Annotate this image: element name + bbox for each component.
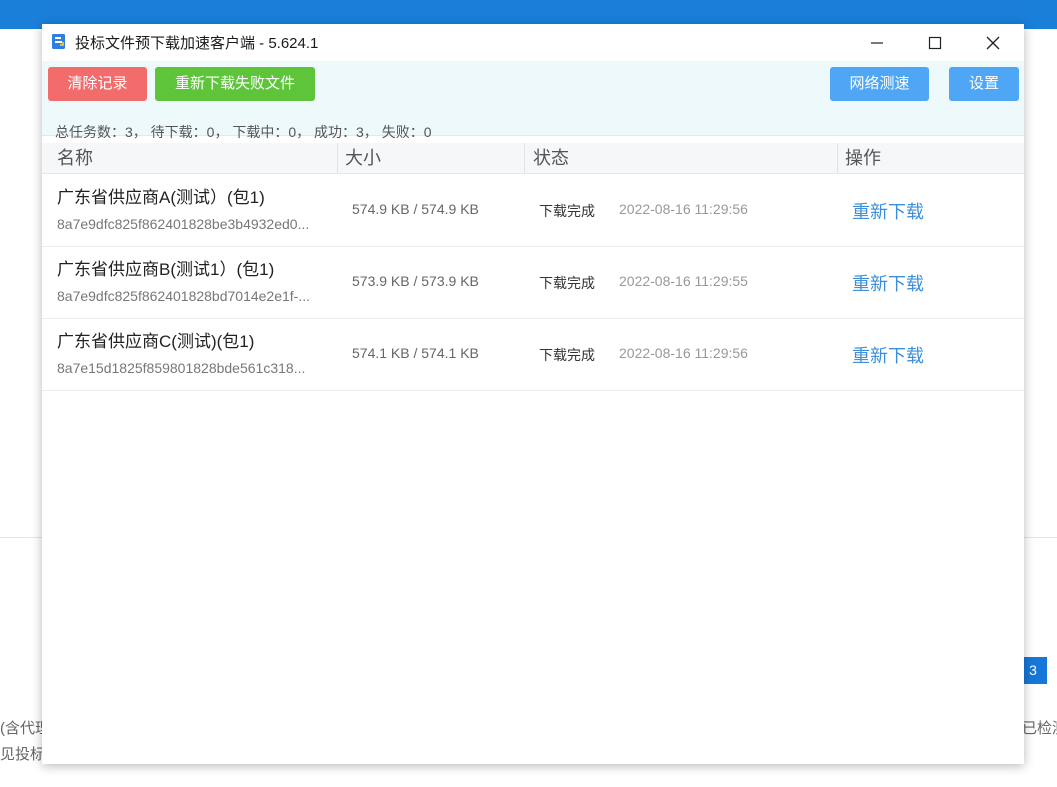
file-size: 574.9 KB / 574.9 KB — [352, 201, 479, 217]
minimize-button[interactable] — [848, 24, 906, 61]
app-logo-icon — [52, 34, 65, 49]
download-time: 2022-08-16 11:29:55 — [619, 273, 748, 289]
file-name-cell: 广东省供应商B(测试1）(包1) 8a7e9dfc825f862401828bd… — [57, 259, 332, 305]
table-row: 广东省供应商B(测试1）(包1) 8a7e9dfc825f862401828bd… — [42, 246, 1024, 319]
clear-records-button[interactable]: 清除记录 — [48, 67, 147, 101]
maximize-button[interactable] — [906, 24, 964, 61]
table-row: 广东省供应商A(测试）(包1) 8a7e9dfc825f862401828be3… — [42, 174, 1024, 247]
redownload-link[interactable]: 重新下载 — [852, 270, 924, 296]
settings-button[interactable]: 设置 — [949, 67, 1019, 101]
file-name: 广东省供应商C(测试)(包1) — [57, 332, 255, 351]
title-bar[interactable]: 投标文件预下载加速客户端 - 5.624.1 — [42, 24, 1024, 61]
download-status: 下载完成 — [539, 275, 595, 291]
file-size: 573.9 KB / 573.9 KB — [352, 273, 479, 289]
file-size: 574.1 KB / 574.1 KB — [352, 345, 479, 361]
file-name-cell: 广东省供应商C(测试)(包1) 8a7e15d1825f859801828bde… — [57, 331, 332, 377]
file-name-cell: 广东省供应商A(测试）(包1) 8a7e9dfc825f862401828be3… — [57, 187, 332, 233]
table-row: 广东省供应商C(测试)(包1) 8a7e15d1825f859801828bde… — [42, 318, 1024, 391]
task-stats: 总任务数：3， 待下载：0， 下载中：0， 成功：3， 失败：0 — [55, 124, 432, 140]
redownload-failed-button[interactable]: 重新下载失败文件 — [155, 67, 315, 101]
background-text-right: 已检测 — [1022, 720, 1057, 737]
column-divider[interactable] — [837, 143, 838, 173]
download-time: 2022-08-16 11:29:56 — [619, 201, 748, 217]
minimize-icon — [871, 41, 883, 44]
file-id: 8a7e9dfc825f862401828be3b4932ed0... — [57, 216, 310, 232]
column-divider[interactable] — [337, 143, 338, 173]
close-button[interactable] — [964, 24, 1022, 61]
file-id: 8a7e9dfc825f862401828bd7014e2e1f-... — [57, 288, 311, 304]
file-id: 8a7e15d1825f859801828bde561c318... — [57, 360, 306, 376]
download-status: 下载完成 — [539, 347, 595, 363]
file-name: 广东省供应商A(测试）(包1) — [57, 188, 265, 207]
redownload-link[interactable]: 重新下载 — [852, 342, 924, 368]
maximize-icon — [928, 36, 942, 49]
window-title: 投标文件预下载加速客户端 - 5.624.1 — [75, 35, 319, 52]
column-header-action[interactable]: 操作 — [845, 143, 881, 173]
download-time: 2022-08-16 11:29:56 — [619, 345, 748, 361]
column-header-size[interactable]: 大小 — [345, 143, 381, 173]
close-icon — [986, 36, 1000, 49]
app-window: 投标文件预下载加速客户端 - 5.624.1 清除记录 重新下载失败文件 网络测… — [42, 24, 1024, 764]
download-status: 下载完成 — [539, 203, 595, 219]
toolbar: 清除记录 重新下载失败文件 网络测速 设置 总任务数：3， 待下载：0， 下载中… — [42, 61, 1024, 140]
column-header-status[interactable]: 状态 — [533, 143, 569, 173]
table-header: 名称 大小 状态 操作 — [42, 143, 1024, 174]
column-header-name[interactable]: 名称 — [57, 143, 93, 173]
redownload-link[interactable]: 重新下载 — [852, 198, 924, 224]
speedtest-button[interactable]: 网络测速 — [830, 67, 929, 101]
file-name: 广东省供应商B(测试1）(包1) — [57, 260, 275, 279]
column-divider[interactable] — [524, 143, 525, 173]
